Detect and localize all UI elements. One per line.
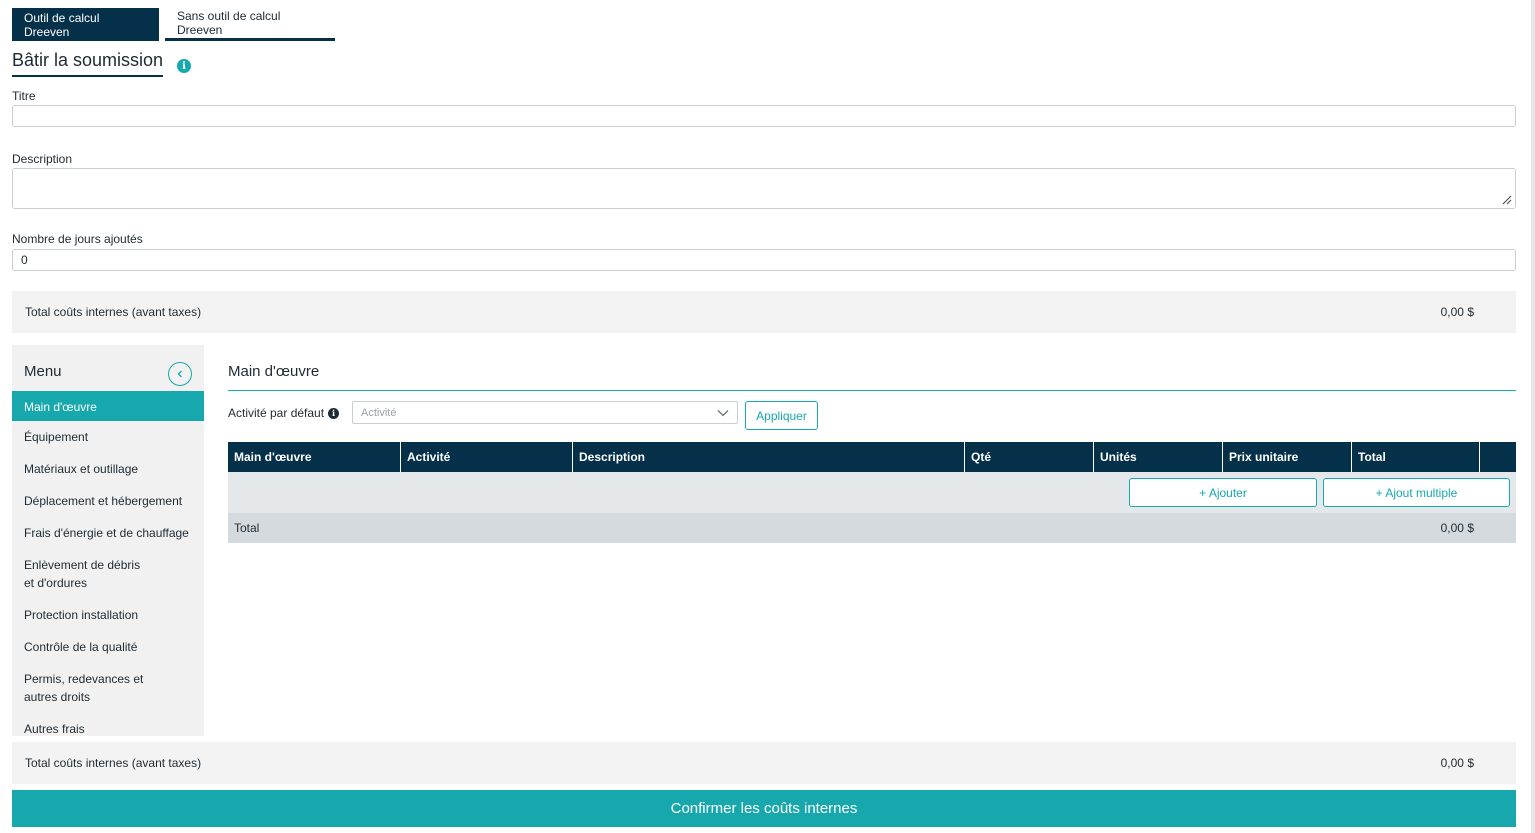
description-textarea[interactable] bbox=[12, 168, 1516, 209]
sidebar-item-permis[interactable]: Permis, redevances et autres droits bbox=[12, 663, 182, 713]
column-header[interactable]: Unités bbox=[1094, 442, 1223, 472]
title-label: Titre bbox=[12, 89, 36, 103]
chevron-down-icon bbox=[717, 409, 729, 416]
summary-total-bottom: Total coûts internes (avant taxes) 0,00 … bbox=[12, 742, 1516, 784]
info-small-icon[interactable]: i bbox=[328, 407, 340, 419]
table-action-row: + Ajouter + Ajout multiple bbox=[228, 472, 1516, 513]
column-header[interactable]: Description bbox=[573, 442, 965, 472]
chevron-left-icon bbox=[177, 370, 182, 378]
table-header: Main d'œuvre Activité Description Qté Un… bbox=[228, 442, 1516, 472]
activity-placeholder: Activité bbox=[361, 406, 397, 419]
activity-label-group: Activité par défaut i bbox=[228, 406, 340, 420]
days-input[interactable]: 0 bbox=[12, 249, 1516, 271]
tab-with-calculator[interactable]: Outil de calcul Dreeven bbox=[12, 8, 159, 41]
sidebar-title: Menu bbox=[24, 363, 62, 380]
sidebar-menu: Menu Main d'œuvre Équipement Matériaux e… bbox=[12, 345, 204, 736]
table-total-value: 0,00 $ bbox=[1440, 521, 1474, 535]
confirm-button[interactable]: Confirmer les coûts internes bbox=[12, 790, 1516, 827]
sidebar-item-autres-frais[interactable]: Autres frais bbox=[12, 713, 204, 745]
column-header[interactable]: Qté bbox=[965, 442, 1094, 472]
page-title: Bâtir la soumission bbox=[12, 50, 164, 77]
sidebar-item-main-oeuvre[interactable]: Main d'œuvre bbox=[12, 391, 204, 421]
table-total-label: Total bbox=[234, 521, 260, 535]
summary-total-value: 0,00 $ bbox=[1440, 305, 1474, 319]
sidebar-item-equipement[interactable]: Équipement bbox=[12, 421, 204, 453]
apply-button[interactable]: Appliquer bbox=[745, 401, 818, 430]
tab-bar: Outil de calcul Dreeven Sans outil de ca… bbox=[12, 8, 335, 41]
info-icon[interactable]: i bbox=[177, 59, 191, 73]
section-divider bbox=[228, 390, 1516, 391]
title-input[interactable] bbox=[12, 105, 1516, 127]
sidebar-list: Main d'œuvre Équipement Matériaux et out… bbox=[12, 391, 204, 745]
sidebar-item-protection[interactable]: Protection installation bbox=[12, 599, 204, 631]
table-total-row: Total 0,00 $ bbox=[228, 513, 1516, 543]
add-multiple-button[interactable]: + Ajout multiple bbox=[1323, 478, 1510, 507]
summary-total-value: 0,00 $ bbox=[1440, 756, 1474, 770]
sidebar-item-qualite[interactable]: Contrôle de la qualité bbox=[12, 631, 204, 663]
summary-total-label: Total coûts internes (avant taxes) bbox=[25, 305, 202, 319]
collapse-button[interactable] bbox=[168, 362, 192, 386]
add-button[interactable]: + Ajouter bbox=[1129, 478, 1317, 507]
days-label: Nombre de jours ajoutés bbox=[12, 232, 143, 246]
column-header[interactable]: Main d'œuvre bbox=[228, 442, 401, 472]
activity-label: Activité par défaut bbox=[228, 406, 325, 420]
column-header[interactable]: Total bbox=[1352, 442, 1480, 472]
sidebar-item-energie[interactable]: Frais d'énergie et de chauffage bbox=[12, 517, 204, 549]
scrollbar[interactable] bbox=[1531, 0, 1535, 833]
column-header[interactable]: Activité bbox=[401, 442, 573, 472]
summary-total-label: Total coûts internes (avant taxes) bbox=[25, 756, 202, 770]
sidebar-item-deplacement[interactable]: Déplacement et hébergement bbox=[12, 485, 204, 517]
sidebar-item-materiaux[interactable]: Matériaux et outillage bbox=[12, 453, 204, 485]
activity-select[interactable]: Activité bbox=[352, 401, 738, 424]
section-title: Main d'œuvre bbox=[228, 363, 320, 380]
description-label: Description bbox=[12, 152, 73, 166]
resize-grip-icon[interactable] bbox=[1502, 195, 1512, 205]
labor-table: Main d'œuvre Activité Description Qté Un… bbox=[228, 442, 1516, 543]
tab-without-calculator[interactable]: Sans outil de calcul Dreeven bbox=[165, 8, 335, 41]
column-header[interactable]: Prix unitaire bbox=[1223, 442, 1352, 472]
sidebar-item-debris[interactable]: Enlèvement de débris et d'ordures bbox=[12, 549, 162, 599]
summary-total-top: Total coûts internes (avant taxes) 0,00 … bbox=[12, 291, 1516, 333]
column-header bbox=[1480, 442, 1516, 472]
